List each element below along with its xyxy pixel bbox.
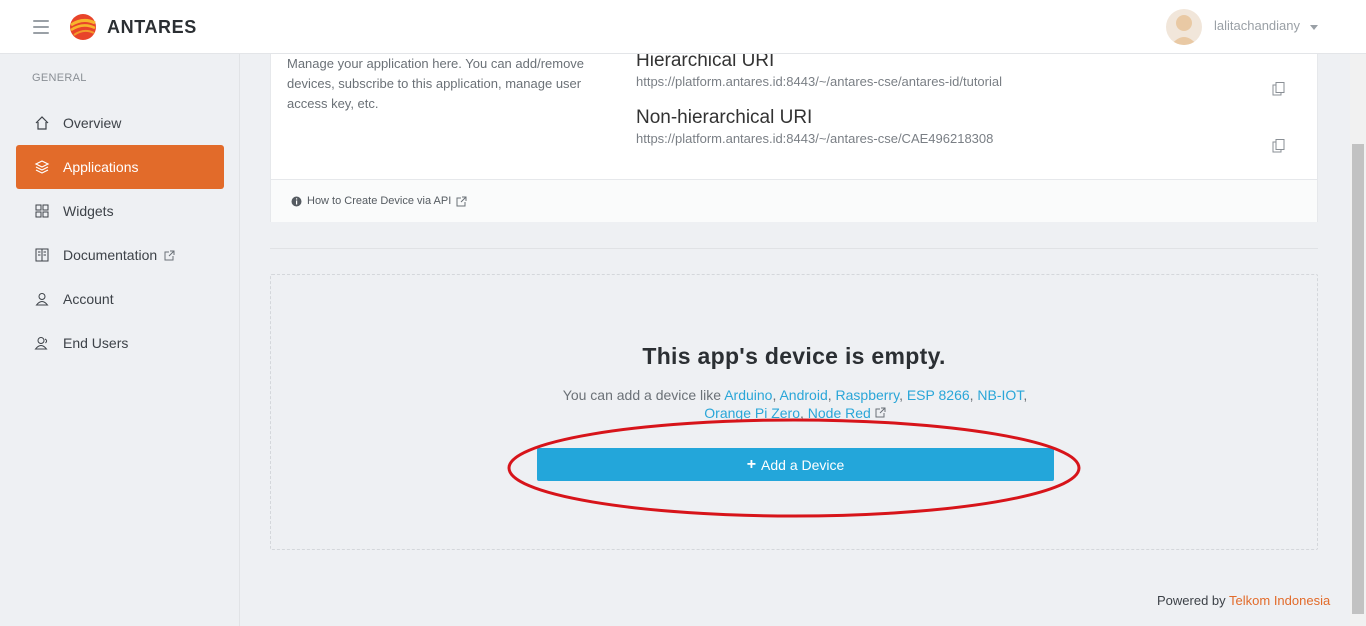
nonhierarchical-uri-block: Non-hierarchical URI https://platform.an… — [636, 106, 993, 146]
add-device-label: Add a Device — [761, 456, 845, 473]
copy-icon[interactable] — [1271, 81, 1287, 97]
howto-link-label: How to Create Device via API — [307, 195, 452, 207]
sidebar-item-documentation[interactable]: Documentation — [16, 233, 224, 277]
copy-icon[interactable] — [1271, 138, 1287, 154]
users-icon — [34, 335, 50, 351]
user-icon — [34, 291, 50, 307]
external-link-icon — [875, 407, 886, 418]
home-icon — [34, 115, 50, 131]
layers-icon — [34, 159, 50, 175]
external-link-icon — [164, 250, 175, 261]
sidebar: GENERAL Overview Applications Widgets Do… — [0, 54, 240, 626]
powered-by-prefix: Powered by — [1157, 593, 1230, 608]
howto-create-device-link[interactable]: How to Create Device via API — [291, 195, 467, 207]
chevron-down-icon[interactable] — [1310, 25, 1318, 30]
link-nb-iot[interactable]: NB-IOT — [977, 387, 1023, 403]
hierarchical-uri-block: Hierarchical URI https://platform.antare… — [636, 49, 1002, 89]
plus-icon: + — [746, 455, 757, 473]
application-description: Manage your application here. You can ad… — [287, 56, 585, 111]
nonhierarchical-uri-title: Non-hierarchical URI — [636, 107, 813, 128]
user-avatar[interactable] — [1166, 9, 1202, 45]
sidebar-item-applications[interactable]: Applications — [16, 145, 224, 189]
card-footer: How to Create Device via API — [271, 179, 1317, 222]
user-name[interactable]: lalitachandiany — [1214, 18, 1300, 33]
top-bar: ANTARES lalitachandiany — [0, 0, 1366, 54]
link-orange-pi-zero[interactable]: Orange Pi Zero — [704, 405, 800, 421]
antares-logo — [70, 14, 96, 40]
brand-name[interactable]: ANTARES — [107, 17, 197, 38]
link-android[interactable]: Android — [779, 387, 827, 403]
main-content: Manage your application here. You can ad… — [240, 50, 1350, 626]
sidebar-item-account[interactable]: Account — [16, 277, 224, 321]
sidebar-item-label: Account — [63, 291, 114, 307]
sidebar-item-label: Applications — [63, 159, 139, 175]
empty-device-panel: This app's device is empty. You can add … — [270, 274, 1318, 550]
external-link-icon — [456, 196, 467, 206]
nonhierarchical-uri-value: https://platform.antares.id:8443/~/antar… — [636, 131, 994, 146]
application-info-card: Manage your application here. You can ad… — [270, 50, 1318, 222]
sidebar-item-label: Documentation — [63, 247, 158, 263]
empty-state-title: This app's device is empty. — [642, 343, 946, 369]
book-icon — [34, 247, 50, 263]
powered-by-footer: Powered by Telkom Indonesia — [1157, 593, 1330, 608]
page-scrollbar[interactable] — [1350, 54, 1366, 626]
telkom-indonesia-link[interactable]: Telkom Indonesia — [1229, 593, 1330, 608]
sidebar-item-label: Widgets — [63, 203, 114, 219]
empty-state-prefix: You can add a device like — [562, 387, 725, 403]
empty-state-text: You can add a device like Arduino, Andro… — [562, 387, 1028, 421]
link-raspberry[interactable]: Raspberry — [836, 387, 900, 403]
link-arduino[interactable]: Arduino — [724, 387, 772, 403]
sidebar-heading: GENERAL — [32, 72, 87, 84]
info-icon — [291, 196, 302, 206]
hamburger-menu-icon[interactable] — [33, 20, 49, 34]
sidebar-item-end-users[interactable]: End Users — [16, 321, 224, 365]
grid-icon — [34, 203, 50, 219]
link-esp8266[interactable]: ESP 8266 — [907, 387, 970, 403]
sidebar-item-label: End Users — [63, 335, 129, 351]
hierarchical-uri-value: https://platform.antares.id:8443/~/antar… — [636, 74, 1002, 89]
sidebar-item-label: Overview — [63, 115, 122, 131]
link-node-red[interactable]: Node Red — [808, 405, 871, 421]
add-device-button[interactable]: + Add a Device — [537, 448, 1054, 481]
scrollbar-thumb[interactable] — [1352, 144, 1364, 614]
sidebar-item-widgets[interactable]: Widgets — [16, 189, 224, 233]
section-divider — [270, 248, 1318, 249]
sidebar-item-overview[interactable]: Overview — [16, 101, 224, 145]
